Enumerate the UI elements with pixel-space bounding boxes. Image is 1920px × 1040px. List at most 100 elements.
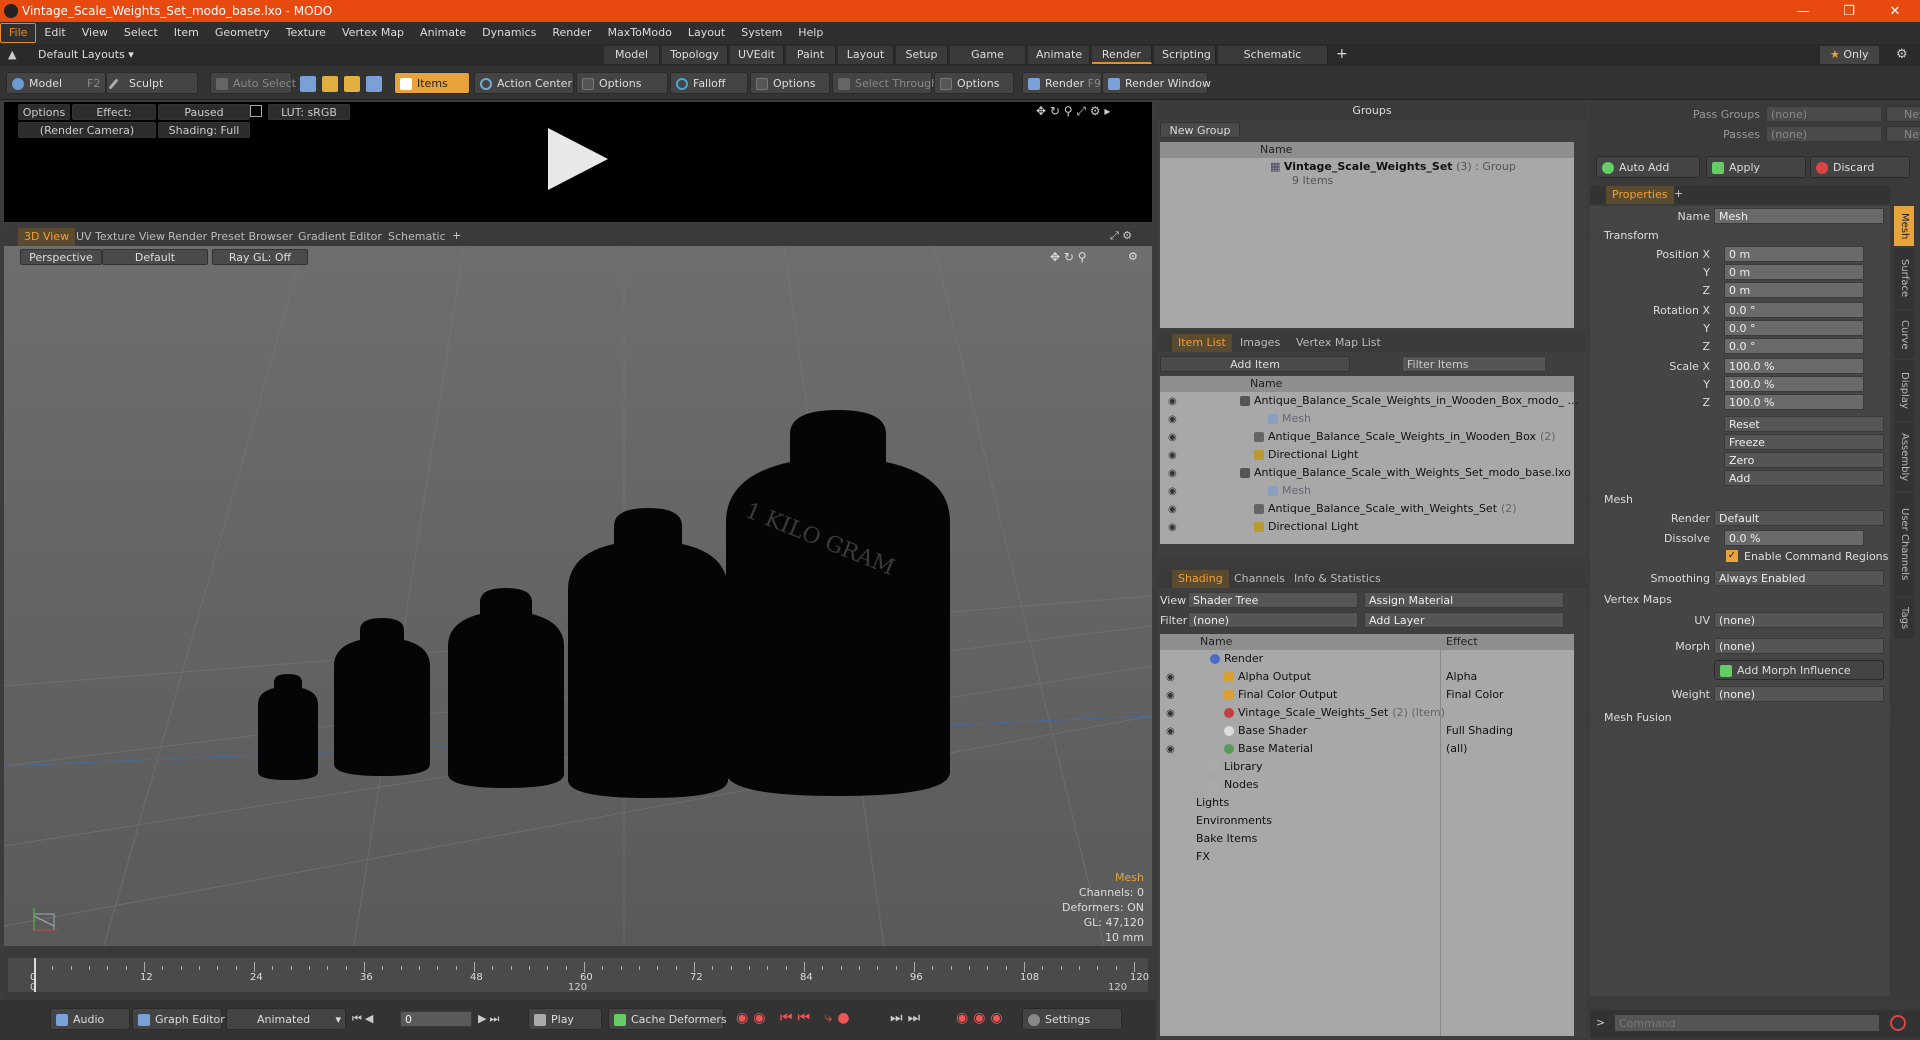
raygl-dropdown[interactable]: Ray GL: Off (212, 249, 308, 265)
shader-tree-row[interactable]: Library (1210, 758, 1262, 776)
viewport-gear-icon[interactable]: ⚙ (1128, 250, 1138, 263)
menu-texture[interactable]: Texture (278, 24, 334, 42)
visibility-eye-icon[interactable]: ◉ (1166, 690, 1175, 701)
list-item[interactable]: Directional Light (1254, 518, 1358, 536)
menu-maxtomodo[interactable]: MaxToModo (600, 24, 680, 42)
rotation-z-field[interactable]: 0.0 ° (1724, 338, 1864, 354)
visibility-eye-icon[interactable]: ◉ (1168, 396, 1177, 407)
play-button[interactable]: Play (528, 1008, 602, 1030)
shader-tree-row[interactable]: Base Shader (1224, 722, 1307, 740)
transform-section[interactable]: Transform (1590, 228, 1890, 244)
shader-tree-row[interactable]: Bake Items (1196, 830, 1257, 848)
scale-y-field[interactable]: 100.0 % (1724, 376, 1864, 392)
default-shading-dropdown[interactable]: Default (102, 249, 208, 265)
menu-view[interactable]: View (74, 24, 116, 42)
frame-input[interactable]: 0 (400, 1011, 472, 1027)
select-through-button[interactable]: Select Through (832, 72, 938, 94)
tab-layout[interactable]: Layout (838, 46, 894, 64)
position-y-field[interactable]: 0 m (1724, 264, 1864, 280)
shader-effect-dropdown[interactable]: Full Shading (1446, 722, 1513, 740)
restore-icon[interactable]: ❐ (1826, 0, 1872, 22)
side-tab-mesh[interactable]: Mesh (1894, 206, 1914, 246)
menu-dynamics[interactable]: Dynamics (474, 24, 544, 42)
smoothing-dropdown[interactable]: Always Enabled (1714, 570, 1884, 586)
tab-gradient-editor[interactable]: Gradient Editor (292, 228, 388, 246)
lock-icon[interactable] (250, 105, 262, 117)
new-group-button[interactable]: New Group (1160, 122, 1240, 138)
tab-render-preset-browser[interactable]: Render Preset Browser (162, 228, 299, 246)
list-item[interactable]: Antique_Balance_Scale_Weights_in_Wooden_… (1240, 392, 1578, 410)
vertex-mode-icon[interactable] (300, 76, 316, 92)
auto-add-button[interactable]: Auto Add (1596, 156, 1700, 178)
discard-button[interactable]: Discard (1810, 156, 1910, 178)
tab-info-statistics[interactable]: Info & Statistics (1288, 570, 1387, 588)
visibility-eye-icon[interactable]: ◉ (1166, 744, 1175, 755)
name-field[interactable]: Mesh (1714, 208, 1884, 224)
sculpt-mode-button[interactable]: Sculpt (106, 72, 198, 94)
menu-item[interactable]: Item (166, 24, 207, 42)
morph-dropdown[interactable]: (none) (1714, 638, 1884, 654)
menu-animate[interactable]: Animate (412, 24, 474, 42)
action-center-button[interactable]: Action Center (474, 72, 574, 94)
tab-render[interactable]: Render (1092, 46, 1152, 64)
visibility-eye-icon[interactable]: ◉ (1168, 414, 1177, 425)
visibility-eye-icon[interactable]: ◉ (1168, 450, 1177, 461)
freeze-dropdown[interactable]: Freeze (1724, 434, 1884, 450)
preview-nav-icons[interactable]: ✥ ↻ ⚲ ⤢ ⚙ ▸ (1036, 104, 1110, 119)
side-tab-display[interactable]: Display (1894, 360, 1914, 421)
add-item-button[interactable]: Add Item (1160, 356, 1350, 372)
falloff-button[interactable]: Falloff (670, 72, 748, 94)
apply-button[interactable]: Apply (1706, 156, 1806, 178)
list-item[interactable]: Mesh (1268, 482, 1311, 500)
tab-setup[interactable]: Setup (896, 46, 948, 64)
visibility-eye-icon[interactable]: ◉ (1168, 432, 1177, 443)
shader-tree-row[interactable]: Render (1210, 650, 1263, 668)
tab-schematic[interactable]: Schematic (382, 228, 452, 246)
preview-paused-button[interactable]: Paused (158, 104, 250, 120)
menu-render[interactable]: Render (544, 24, 599, 42)
edge-mode-icon[interactable] (322, 76, 338, 92)
falloff-options-button[interactable]: Options (750, 72, 830, 94)
vertex-maps-section[interactable]: Vertex Maps (1590, 592, 1890, 608)
material-mode-icon[interactable] (366, 76, 382, 92)
new-pass-group-button[interactable]: New (1886, 106, 1920, 122)
side-tab-surface[interactable]: Surface (1894, 248, 1914, 309)
mesh-fusion-section[interactable]: Mesh Fusion (1590, 710, 1890, 726)
scale-z-field[interactable]: 100.0 % (1724, 394, 1864, 410)
command-input[interactable] (1614, 1014, 1880, 1032)
tab-topology[interactable]: Topology (662, 46, 728, 64)
render-button[interactable]: Render F9 (1022, 72, 1102, 94)
default-layouts-dropdown[interactable]: Default Layouts ▾ (38, 48, 134, 61)
tab-item-list[interactable]: Item List (1172, 334, 1232, 352)
lut-dropdown[interactable]: LUT: sRGB (268, 104, 350, 120)
shader-tree-row[interactable]: Environments (1196, 812, 1272, 830)
view-dropdown[interactable]: Shader Tree (1188, 592, 1358, 608)
tab-channels[interactable]: Channels (1228, 570, 1291, 588)
timeline-playhead[interactable] (34, 958, 36, 992)
layout-collapse-icon[interactable]: ▲ (8, 48, 16, 61)
add-morph-influence-button[interactable]: Add Morph Influence (1714, 660, 1884, 680)
add-layout-tab-icon[interactable]: + (1336, 46, 1348, 62)
auto-select-button[interactable]: Auto Select (210, 72, 296, 94)
3d-viewport[interactable]: 1 KILO GRAM Perspective Default Ray GL: … (4, 246, 1152, 946)
viewport-nav-icons[interactable]: ✥ ↻ ⚲ (1050, 250, 1087, 264)
dissolve-field[interactable]: 0.0 % (1724, 530, 1864, 546)
mesh-section[interactable]: Mesh (1590, 492, 1890, 508)
list-item[interactable]: Antique_Balance_Scale_with_Weights_Set (2… (1254, 500, 1517, 518)
items-mode-button[interactable]: Items (394, 72, 470, 94)
shader-effect-dropdown[interactable]: Alpha (1446, 668, 1477, 686)
assign-material-button[interactable]: Assign Material (1364, 592, 1564, 608)
menu-layout[interactable]: Layout (680, 24, 733, 42)
tab-paint[interactable]: Paint (786, 46, 836, 64)
key-nav-icons[interactable]: ⏭⏭ (890, 1010, 925, 1026)
menu-select[interactable]: Select (116, 24, 166, 42)
menu-help[interactable]: Help (790, 24, 831, 42)
visibility-eye-icon[interactable]: ◉ (1168, 468, 1177, 479)
animated-dropdown[interactable]: Animated ▾ (226, 1008, 346, 1030)
key-tools-icons[interactable]: ◉◉ ⏮⏮ ⤷● (736, 1010, 855, 1026)
transport-forward-icons[interactable]: ▶⏭ (478, 1012, 502, 1026)
timeline-track[interactable]: 012243648607284961081200120120 (8, 958, 1149, 993)
tab-images[interactable]: Images (1234, 334, 1286, 352)
scale-x-field[interactable]: 100.0 % (1724, 358, 1864, 374)
position-x-field[interactable]: 0 m (1724, 246, 1864, 262)
